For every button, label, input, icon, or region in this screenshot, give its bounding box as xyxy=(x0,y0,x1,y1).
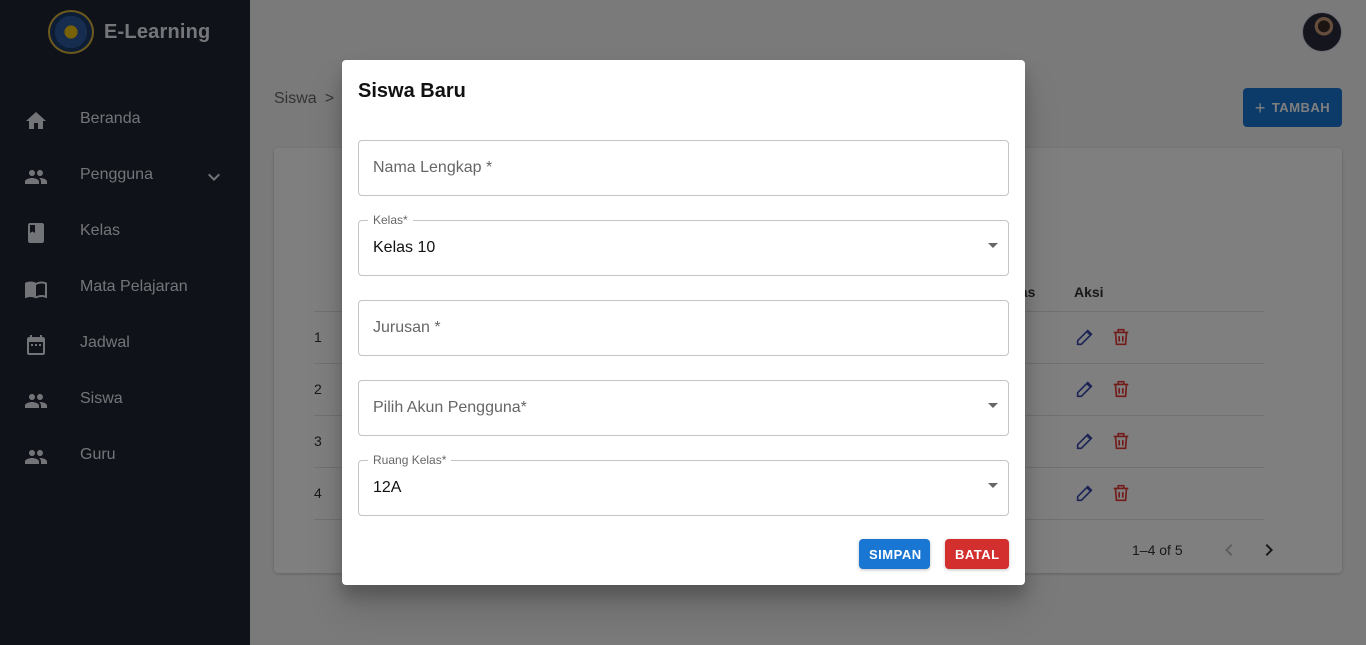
user-account-placeholder: Pilih Akun Pengguna* xyxy=(373,399,527,416)
classroom-select-value: 12A xyxy=(373,479,402,496)
dropdown-arrow-icon xyxy=(988,483,998,488)
class-select-value: Kelas 10 xyxy=(373,239,436,256)
class-select[interactable]: Kelas* Kelas 10 xyxy=(358,213,1009,276)
major-placeholder: Jurusan * xyxy=(373,319,441,336)
class-select-label: Kelas* xyxy=(368,213,413,227)
dialog-actions: SIMPAN BATAL xyxy=(859,539,1009,569)
full-name-placeholder: Nama Lengkap * xyxy=(373,159,493,176)
dropdown-arrow-icon xyxy=(988,243,998,248)
new-student-dialog: Siswa Baru Nama Lengkap * Kelas* Kelas 1… xyxy=(342,60,1025,585)
dialog-title: Siswa Baru xyxy=(358,80,466,102)
classroom-select-label: Ruang Kelas* xyxy=(368,453,452,467)
cancel-button[interactable]: BATAL xyxy=(945,539,1009,569)
dropdown-arrow-icon xyxy=(988,403,998,408)
classroom-select[interactable]: Ruang Kelas* 12A xyxy=(358,453,1009,516)
save-button[interactable]: SIMPAN xyxy=(859,539,930,569)
user-account-select[interactable]: Pilih Akun Pengguna* xyxy=(358,380,1009,436)
major-field[interactable]: Jurusan * xyxy=(358,300,1009,356)
full-name-field[interactable]: Nama Lengkap * xyxy=(358,140,1009,196)
